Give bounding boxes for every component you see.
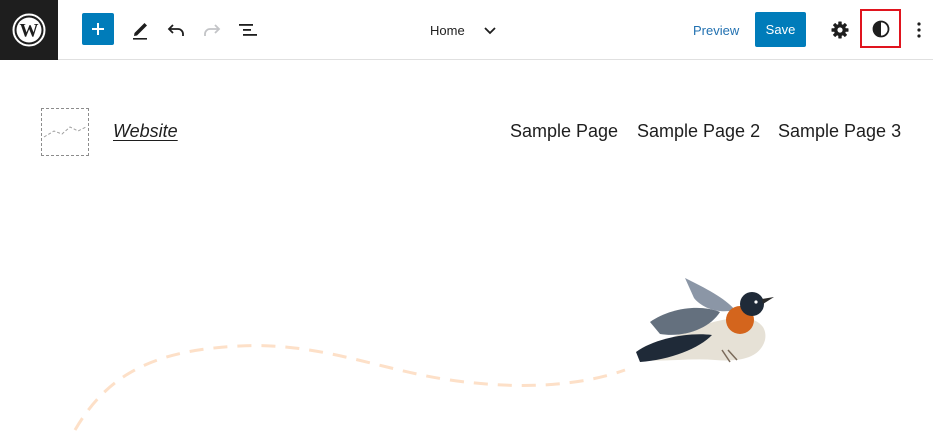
redo-icon (204, 24, 221, 36)
undo-icon (167, 24, 184, 36)
document-title-button[interactable]: Home (430, 0, 497, 60)
document-title: Home (430, 22, 465, 38)
options-button[interactable] (908, 14, 930, 46)
wordpress-logo-button[interactable]: W (0, 0, 58, 60)
site-logo-placeholder[interactable] (41, 108, 89, 156)
save-button[interactable]: Save (755, 12, 806, 47)
highlight-box (860, 9, 901, 48)
redo-button[interactable] (198, 14, 226, 46)
bird-illustration (636, 278, 774, 363)
nav-item-sample-page[interactable]: Sample Page (510, 121, 618, 142)
more-vertical-icon (917, 22, 921, 38)
svg-text:W: W (20, 21, 39, 42)
undo-button[interactable] (162, 14, 190, 46)
plus-icon (92, 23, 104, 35)
dashed-flight-path (73, 344, 626, 431)
chevron-down-icon (484, 27, 496, 35)
site-title[interactable]: Website (113, 121, 178, 142)
image-placeholder-icon (43, 126, 87, 138)
list-view-button[interactable] (234, 14, 262, 46)
wordpress-icon: W (12, 13, 46, 47)
nav-item-sample-page-2[interactable]: Sample Page 2 (637, 121, 760, 142)
pencil-icon (133, 23, 147, 40)
gear-icon (831, 21, 849, 39)
editor-toolbar: W Home Preview Save (0, 0, 933, 60)
nav-item-sample-page-3[interactable]: Sample Page 3 (778, 121, 901, 142)
hero-illustration (73, 278, 774, 431)
tools-button[interactable] (126, 14, 154, 46)
preview-button[interactable]: Preview (683, 0, 749, 60)
settings-button[interactable] (826, 14, 854, 46)
list-view-icon (239, 24, 257, 36)
add-block-button[interactable] (82, 13, 114, 45)
